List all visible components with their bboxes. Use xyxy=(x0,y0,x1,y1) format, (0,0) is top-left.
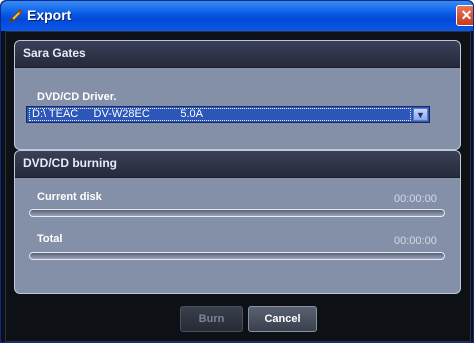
burning-panel: DVD/CD burning Current disk 00:00:00 Tot… xyxy=(14,150,461,294)
dialog-body: Sara Gates DVD/CD Driver. D:\ TEAC DV-W2… xyxy=(5,31,471,342)
driver-select-value: D:\ TEAC DV-W28EC 5.0A xyxy=(29,108,411,121)
current-disk-time: 00:00:00 xyxy=(394,193,437,205)
window-title: Export xyxy=(27,7,72,23)
driver-select[interactable]: D:\ TEAC DV-W28EC 5.0A ▼ xyxy=(26,106,430,123)
chevron-down-icon[interactable]: ▼ xyxy=(413,108,428,121)
close-button[interactable]: ✕ xyxy=(456,5,473,26)
burning-title: DVD/CD burning xyxy=(23,156,117,170)
total-progress xyxy=(29,252,445,260)
pen-icon xyxy=(7,7,25,25)
total-label: Total xyxy=(37,233,63,245)
burning-panel-header: DVD/CD burning xyxy=(15,151,460,178)
current-disk-label: Current disk xyxy=(37,191,102,203)
export-window: Export ✕ Sara Gates DVD/CD Driver. D:\ T… xyxy=(0,0,474,343)
burn-button[interactable]: Burn xyxy=(180,306,243,332)
cancel-button[interactable]: Cancel xyxy=(248,306,317,332)
title-bar[interactable]: Export ✕ xyxy=(1,1,473,31)
driver-label: DVD/CD Driver. xyxy=(37,91,117,103)
total-time: 00:00:00 xyxy=(394,235,437,247)
user-name: Sara Gates xyxy=(23,46,86,60)
close-icon: ✕ xyxy=(460,7,473,23)
user-panel: Sara Gates DVD/CD Driver. xyxy=(14,40,461,150)
current-disk-progress xyxy=(29,209,445,217)
user-panel-header: Sara Gates xyxy=(15,41,460,68)
